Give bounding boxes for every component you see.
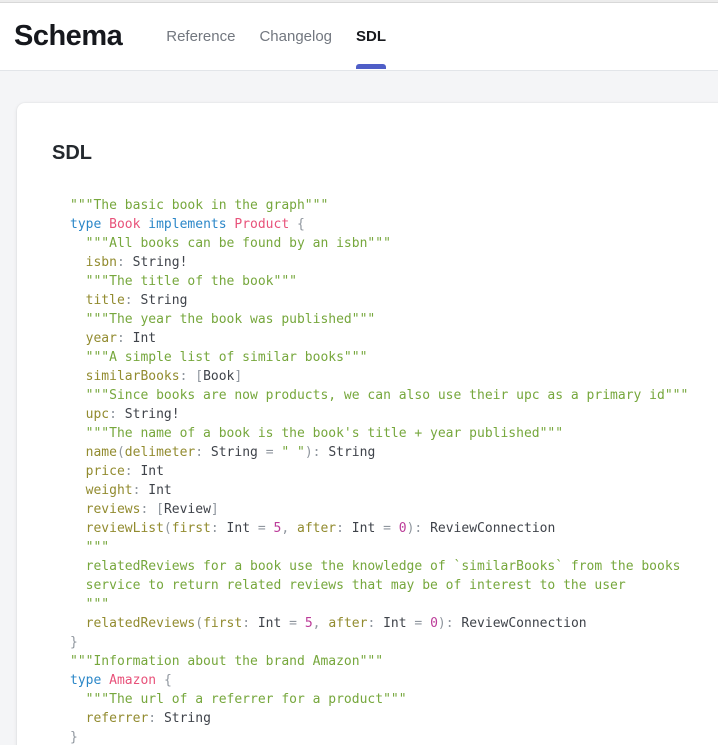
code-line: """Since books are now products, we can … [70,386,718,405]
code-line: reviews: [Review] [70,500,718,519]
page-title: Schema [14,20,122,53]
tab-reference[interactable]: Reference [154,3,247,70]
sdl-code-block: """The basic book in the graph"""type Bo… [52,196,718,745]
code-line: type Amazon { [70,671,718,690]
code-line: relatedReviews(first: Int = 5, after: In… [70,614,718,633]
sdl-section-heading: SDL [52,142,718,165]
tab-changelog[interactable]: Changelog [247,3,344,70]
page-body: SDL """The basic book in the graph"""typ… [0,71,718,745]
code-line: relatedReviews for a book use the knowle… [70,557,718,576]
code-line: } [70,728,718,745]
code-line: name(delimeter: String = " "): String [70,443,718,462]
sdl-card: SDL """The basic book in the graph"""typ… [17,103,718,745]
code-line: upc: String! [70,405,718,424]
code-line: } [70,633,718,652]
code-line: year: Int [70,329,718,348]
code-line: similarBooks: [Book] [70,367,718,386]
tab-reference-label: Reference [166,28,235,45]
code-line: """The year the book was published""" [70,310,718,329]
code-line: service to return related reviews that m… [70,576,718,595]
code-line: """Information about the brand Amazon""" [70,652,718,671]
tab-sdl-label: SDL [356,28,386,45]
code-line: """ [70,538,718,557]
code-line: weight: Int [70,481,718,500]
code-line: referrer: String [70,709,718,728]
code-line: """ [70,595,718,614]
active-tab-indicator [356,64,386,69]
code-line: """The url of a referrer for a product""… [70,690,718,709]
code-line: """The basic book in the graph""" [70,196,718,215]
code-line: type Book implements Product { [70,215,718,234]
schema-page-header: Schema Reference Changelog SDL [0,3,718,71]
code-line: reviewList(first: Int = 5, after: Int = … [70,519,718,538]
code-line: price: Int [70,462,718,481]
code-line: title: String [70,291,718,310]
code-line: """The name of a book is the book's titl… [70,424,718,443]
code-line: """The title of the book""" [70,272,718,291]
code-line: """All books can be found by an isbn""" [70,234,718,253]
schema-tabs: Reference Changelog SDL [154,3,398,70]
tab-sdl[interactable]: SDL [344,3,398,70]
tab-changelog-label: Changelog [259,28,332,45]
code-line: isbn: String! [70,253,718,272]
code-line: """A simple list of similar books""" [70,348,718,367]
